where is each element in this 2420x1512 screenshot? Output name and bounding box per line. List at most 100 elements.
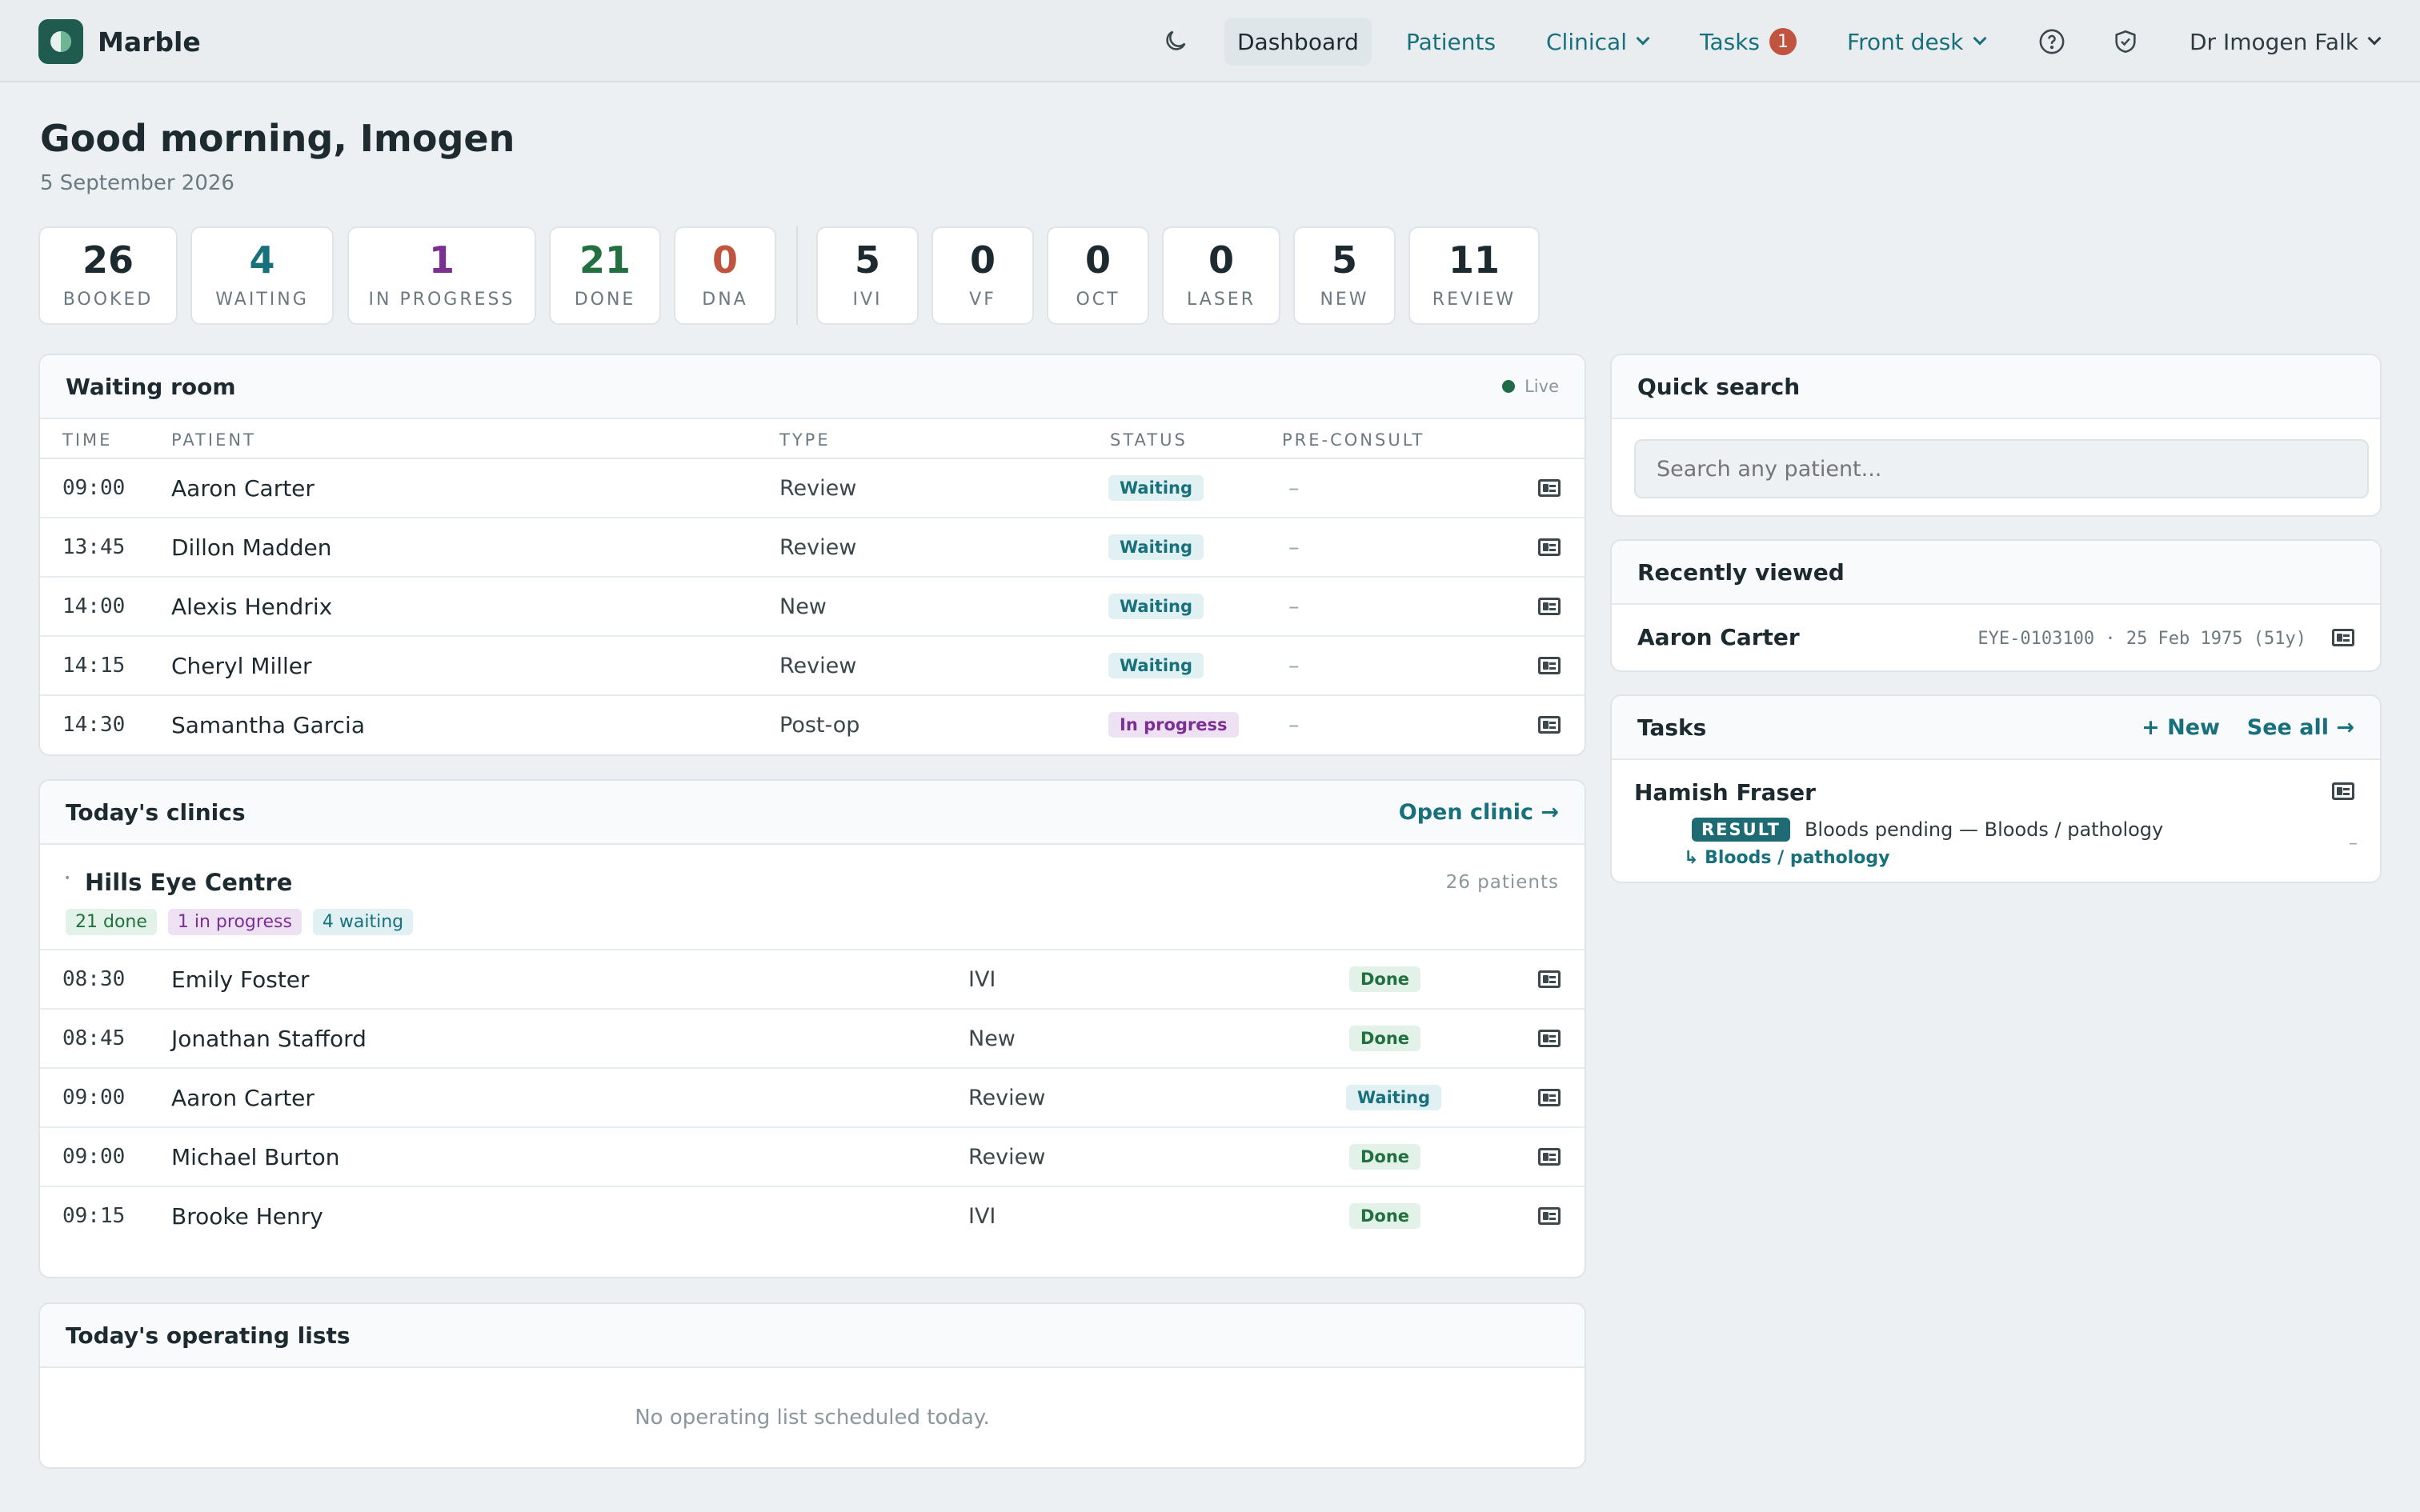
- recent-patient-meta: EYE-0103100 · 25 Feb 1975 (51y): [1977, 629, 2306, 649]
- recent-patient-name[interactable]: Aaron Carter: [1637, 624, 1800, 650]
- patient-card-icon[interactable]: [1538, 578, 1561, 635]
- nav-patients[interactable]: Patients: [1406, 18, 1496, 66]
- patient-card-icon[interactable]: [1538, 1069, 1561, 1126]
- stat-review[interactable]: 11 Review: [1408, 226, 1540, 325]
- nav-front-desk[interactable]: Front desk: [1847, 18, 1987, 66]
- brand[interactable]: Marble: [38, 19, 201, 64]
- clinics-panel: Today's clinics Open clinic → • Hills Ey…: [38, 779, 1586, 1278]
- stat-dna[interactable]: 0 DNA: [674, 226, 776, 325]
- task-category-link[interactable]: ↳ Bloods / pathology: [1684, 848, 1889, 868]
- row-time: 09:15: [62, 1204, 126, 1228]
- row-time: 09:00: [62, 1086, 126, 1110]
- table-row[interactable]: 09:00 Michael Burton Review Done: [40, 1128, 1585, 1187]
- row-preconsult: –: [1288, 653, 1300, 678]
- quick-search-panel: Quick search: [1610, 354, 2382, 517]
- status-badge: Waiting: [1346, 1085, 1442, 1110]
- stat-waiting[interactable]: 4 Waiting: [190, 226, 334, 325]
- help-icon[interactable]: [2034, 24, 2069, 59]
- nav-dashboard[interactable]: Dashboard: [1224, 18, 1372, 66]
- stat-label: Waiting: [215, 290, 309, 310]
- stat-value: 11: [1448, 238, 1500, 282]
- row-patient-name[interactable]: Cheryl Miller: [171, 637, 312, 694]
- nav-tasks[interactable]: Tasks 1: [1700, 18, 1797, 66]
- stat-vf[interactable]: 0 VF: [932, 226, 1034, 325]
- table-row[interactable]: 08:45 Jonathan Stafford New Done: [40, 1010, 1585, 1069]
- stat-oct[interactable]: 0 OCT: [1047, 226, 1149, 325]
- patient-card-icon[interactable]: [1538, 950, 1561, 1008]
- patient-card-icon[interactable]: [1538, 1128, 1561, 1186]
- stat-in-progress[interactable]: 1 In progress: [347, 226, 536, 325]
- tasks-header: Tasks + New See all →: [1612, 696, 2380, 760]
- recently-viewed-panel: Recently viewed Aaron Carter EYE-0103100…: [1610, 539, 2382, 672]
- table-row[interactable]: 09:00 Aaron Carter Review Waiting –: [40, 459, 1585, 518]
- row-patient-name[interactable]: Aaron Carter: [171, 1069, 315, 1126]
- page-title: Good morning, Imogen: [40, 117, 515, 160]
- task-item[interactable]: Hamish Fraser RESULT Bloods pending — Bl…: [1612, 760, 2380, 882]
- row-patient-name[interactable]: Emily Foster: [171, 950, 310, 1008]
- patient-card-icon[interactable]: [1538, 696, 1561, 754]
- row-type: Review: [779, 534, 857, 560]
- row-time: 08:45: [62, 1026, 126, 1050]
- clinic-location-name[interactable]: Hills Eye Centre: [85, 869, 292, 896]
- nav-clinical[interactable]: Clinical: [1546, 18, 1650, 66]
- user-menu[interactable]: Dr Imogen Falk: [2190, 18, 2382, 66]
- row-time: 08:30: [62, 967, 126, 991]
- clinics-header: Today's clinics Open clinic →: [40, 781, 1585, 845]
- waiting-room-rows: 09:00 Aaron Carter Review Waiting – 13:45 Dill…: [40, 459, 1585, 754]
- table-row[interactable]: 14:30 Samantha Garcia Post-op In progress –: [40, 696, 1585, 754]
- row-patient-name[interactable]: Aaron Carter: [171, 459, 315, 517]
- stat-value: 4: [249, 238, 275, 282]
- table-row[interactable]: 08:30 Emily Foster IVI Done: [40, 950, 1585, 1010]
- patient-card-icon[interactable]: [1538, 459, 1561, 517]
- open-clinic-link[interactable]: Open clinic →: [1399, 800, 1559, 825]
- stat-laser[interactable]: 0 Laser: [1162, 226, 1280, 325]
- patient-card-icon[interactable]: [1538, 518, 1561, 576]
- operating-lists-header: Today's operating lists: [40, 1304, 1585, 1368]
- waiting-room-title: Waiting room: [66, 373, 236, 400]
- patient-card-icon[interactable]: [2332, 782, 2354, 800]
- clinics-title: Today's clinics: [66, 798, 246, 826]
- row-patient-name[interactable]: Dillon Madden: [171, 518, 332, 576]
- new-task-link[interactable]: + New: [2142, 715, 2220, 740]
- row-type: IVI: [968, 1203, 996, 1229]
- row-patient-name[interactable]: Jonathan Stafford: [171, 1010, 367, 1067]
- patient-card-icon[interactable]: [1538, 1187, 1561, 1245]
- row-patient-name[interactable]: Michael Burton: [171, 1128, 339, 1186]
- see-all-tasks-link[interactable]: See all →: [2247, 715, 2354, 740]
- patient-card-icon[interactable]: [1538, 1010, 1561, 1067]
- patient-search-input[interactable]: [1634, 439, 2369, 498]
- stat-value: 21: [579, 238, 631, 282]
- tasks-count-badge: 1: [1769, 28, 1797, 55]
- clinic-rows: 08:30 Emily Foster IVI Done 08:45 Jonathan St…: [40, 950, 1585, 1246]
- table-row[interactable]: 09:00 Aaron Carter Review Waiting: [40, 1069, 1585, 1128]
- operating-lists-title: Today's operating lists: [66, 1322, 351, 1349]
- live-indicator: Live: [1502, 377, 1559, 396]
- stat-booked[interactable]: 26 Booked: [38, 226, 178, 325]
- shield-check-icon[interactable]: [2108, 24, 2143, 59]
- table-row[interactable]: 14:15 Cheryl Miller Review Waiting –: [40, 637, 1585, 696]
- row-patient-name[interactable]: Brooke Henry: [171, 1187, 323, 1245]
- row-patient-name[interactable]: Alexis Hendrix: [171, 578, 332, 635]
- stat-new[interactable]: 5 New: [1293, 226, 1396, 325]
- stat-label: Laser: [1187, 290, 1256, 310]
- task-patient-name[interactable]: Hamish Fraser: [1634, 779, 1816, 806]
- clinic-status-chips: 21 done 1 in progress 4 waiting: [66, 909, 424, 935]
- row-type: IVI: [968, 966, 996, 992]
- nav-clinical-label: Clinical: [1546, 28, 1627, 55]
- stat-ivi[interactable]: 5 IVI: [816, 226, 919, 325]
- chevron-down-icon: [1973, 31, 1987, 46]
- table-row[interactable]: 14:00 Alexis Hendrix New Waiting –: [40, 578, 1585, 637]
- row-type: Review: [779, 653, 857, 678]
- stat-label: IVI: [852, 290, 883, 310]
- recent-patient-row[interactable]: Aaron Carter EYE-0103100 · 25 Feb 1975 (…: [1612, 605, 2380, 670]
- page-date: 5 September 2026: [40, 171, 234, 195]
- dark-mode-toggle-icon[interactable]: [1158, 23, 1193, 58]
- patient-card-icon[interactable]: [1538, 637, 1561, 694]
- patient-card-icon[interactable]: [2332, 629, 2354, 646]
- tasks-title: Tasks: [1637, 714, 1707, 741]
- table-row[interactable]: 09:15 Brooke Henry IVI Done: [40, 1187, 1585, 1246]
- stat-label: Done: [574, 290, 636, 310]
- table-row[interactable]: 13:45 Dillon Madden Review Waiting –: [40, 518, 1585, 578]
- row-patient-name[interactable]: Samantha Garcia: [171, 696, 365, 754]
- stat-done[interactable]: 21 Done: [549, 226, 661, 325]
